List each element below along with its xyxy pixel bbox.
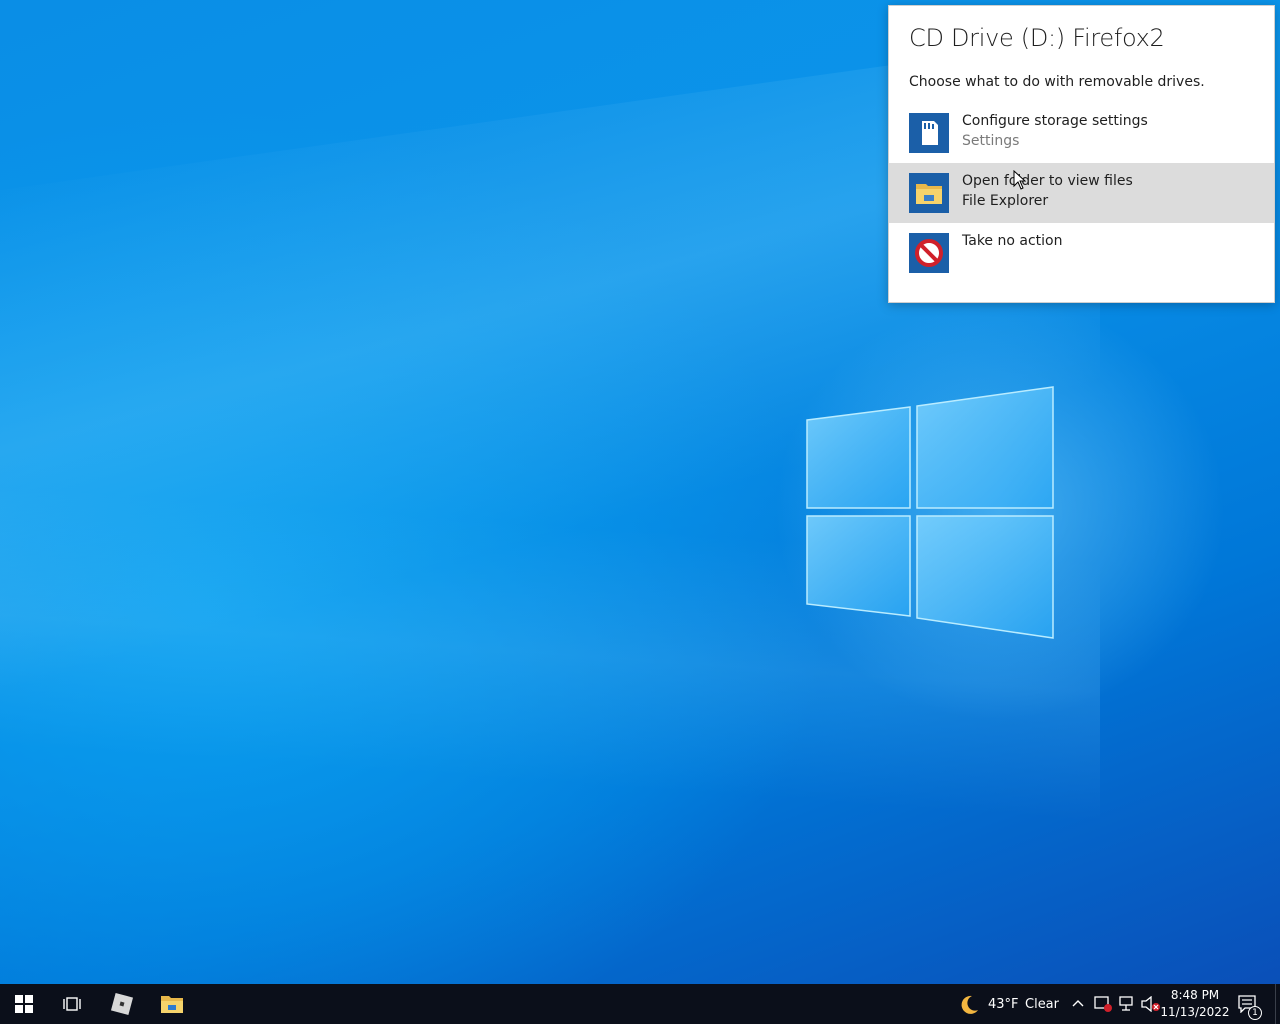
system-clock[interactable]: 8:48 PM 11/13/2022	[1160, 987, 1230, 1021]
folder-icon	[909, 173, 949, 213]
file-explorer-taskbar-button[interactable]	[148, 984, 196, 1024]
volume-muted-icon[interactable]	[1141, 996, 1161, 1012]
sd-card-icon	[909, 113, 949, 153]
windows-logo-wallpaper	[806, 386, 1054, 639]
clock-date: 11/13/2022	[1160, 1005, 1230, 1019]
show-desktop-button[interactable]	[1275, 984, 1280, 1024]
option-configure-storage[interactable]: Configure storage settings Settings	[889, 103, 1274, 163]
moon-icon[interactable]	[957, 993, 981, 1017]
autoplay-notification: CD Drive (D:) Firefox2 Choose what to do…	[888, 5, 1275, 303]
option-label: Take no action	[962, 233, 1063, 249]
task-view-button[interactable]	[48, 984, 96, 1024]
clock-time: 8:48 PM	[1170, 988, 1220, 1002]
option-label: Open folder to view files	[962, 173, 1133, 189]
option-sublabel: Settings	[962, 133, 1020, 149]
task-view-icon	[63, 997, 81, 1011]
no-entry-icon	[909, 233, 949, 273]
weather-condition[interactable]: Clear	[1025, 997, 1059, 1012]
file-explorer-icon	[161, 996, 183, 1013]
option-sublabel: File Explorer	[962, 193, 1049, 209]
autoplay-title: CD Drive (D:) Firefox2	[909, 24, 1165, 52]
windows-start-icon	[15, 995, 33, 1013]
notification-count-badge: 1	[1248, 1006, 1262, 1020]
taskbar: 43°F Clear 8:48 PM 11/13/2022	[0, 984, 1280, 1024]
roblox-taskbar-button[interactable]	[98, 984, 146, 1024]
option-open-folder[interactable]: Open folder to view files File Explorer	[889, 163, 1274, 223]
option-take-no-action[interactable]: Take no action	[889, 223, 1274, 283]
start-button[interactable]	[0, 984, 48, 1024]
option-label: Configure storage settings	[962, 113, 1148, 129]
roblox-icon	[110, 992, 134, 1016]
chevron-up-icon[interactable]	[1071, 998, 1085, 1008]
weather-temperature[interactable]: 43°F	[988, 997, 1019, 1012]
network-icon[interactable]	[1118, 996, 1136, 1012]
mouse-pointer-icon	[1013, 170, 1027, 190]
autoplay-subtitle: Choose what to do with removable drives.	[909, 74, 1205, 90]
security-alert-icon[interactable]	[1094, 996, 1112, 1012]
